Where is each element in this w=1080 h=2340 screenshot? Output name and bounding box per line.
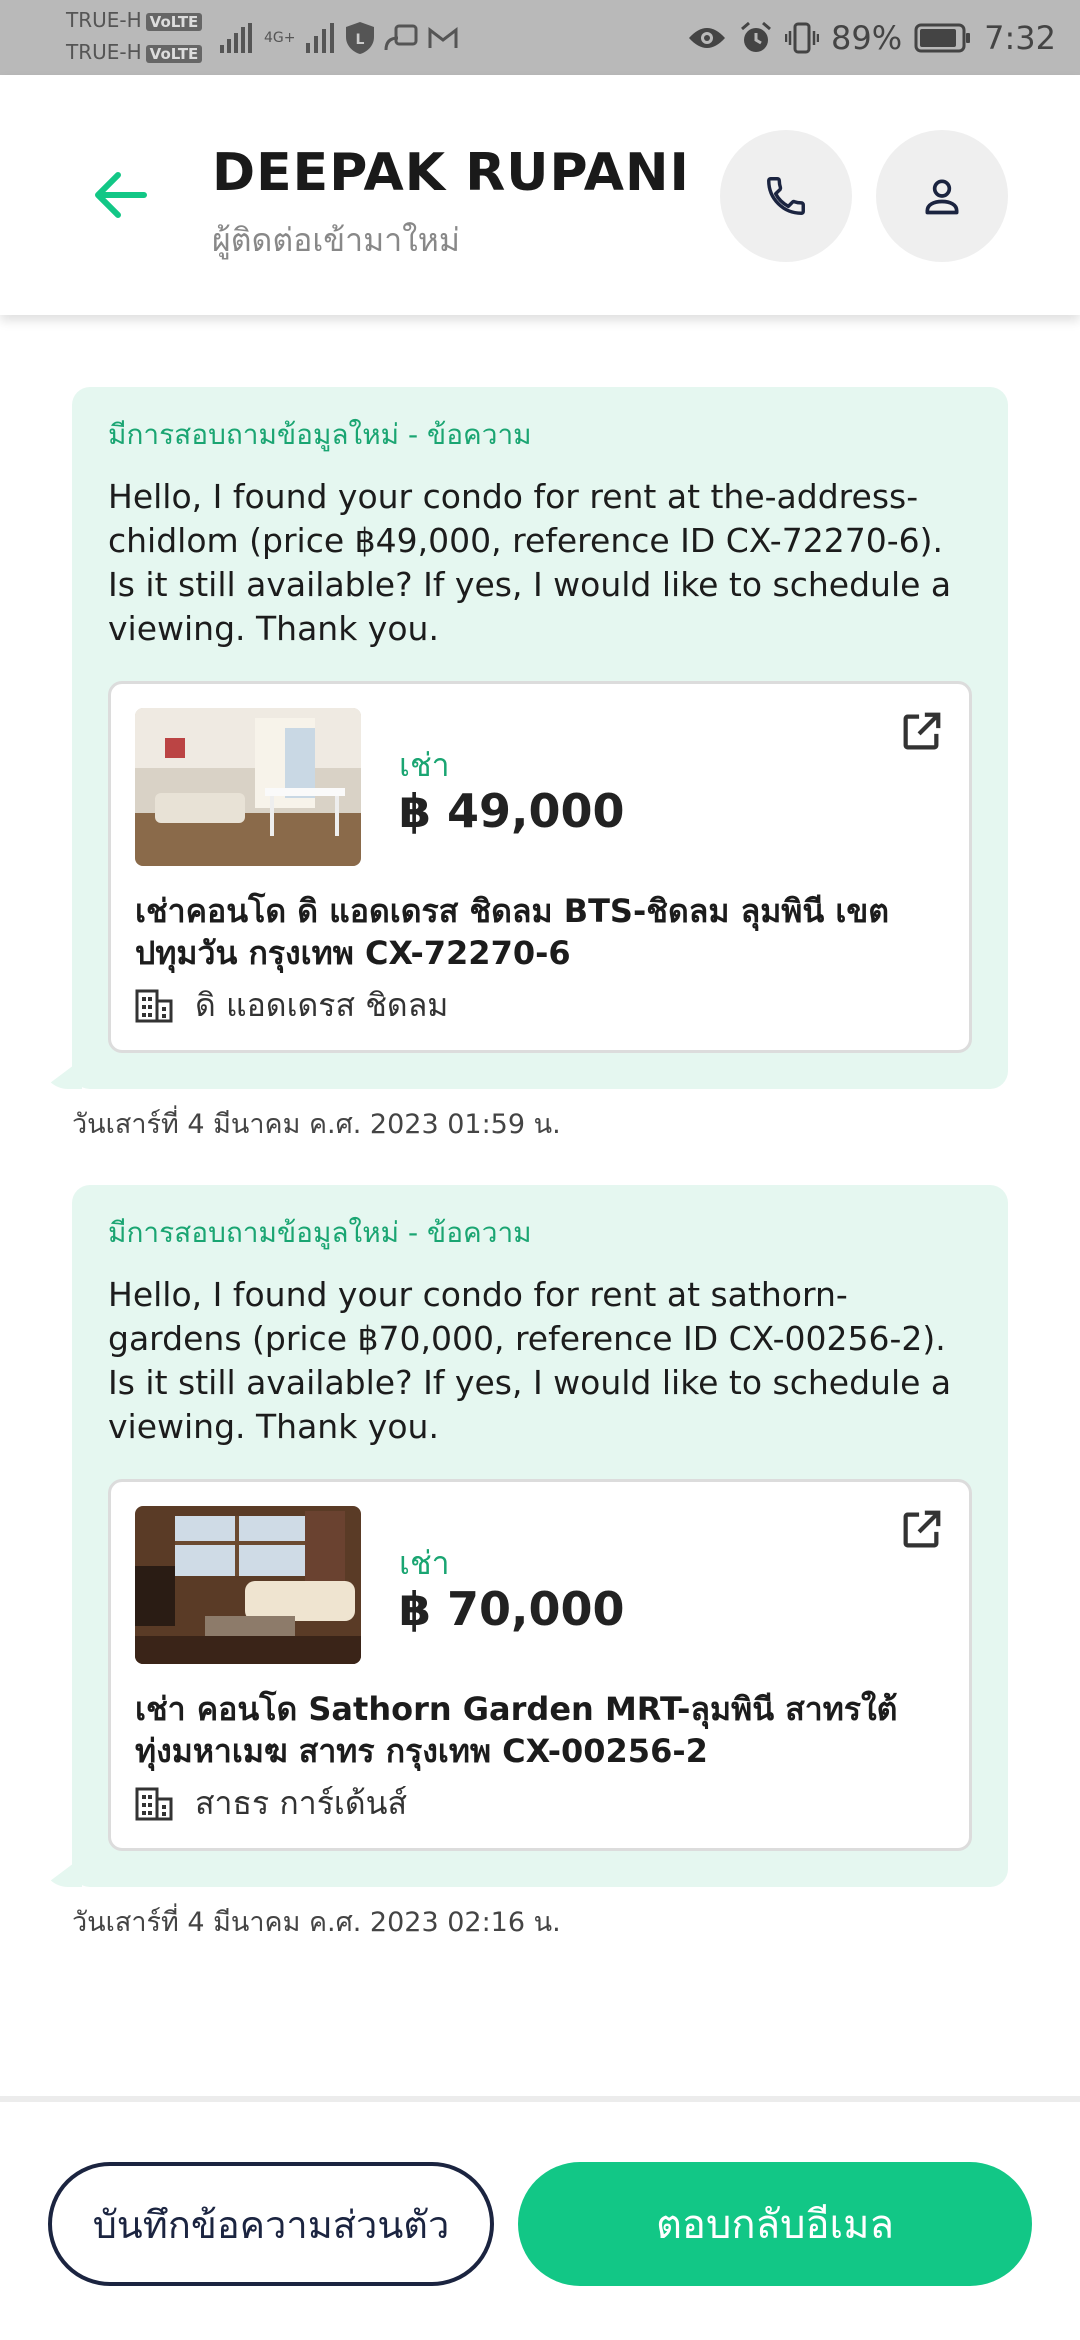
alarm-icon bbox=[739, 21, 773, 55]
private-note-button[interactable]: บันทึกข้อความส่วนตัว bbox=[48, 2162, 494, 2286]
status-icons-right: 89% 7:32 bbox=[687, 14, 1056, 62]
listing-price: ฿ 49,000 bbox=[399, 784, 625, 838]
signal-icon-2 bbox=[305, 23, 336, 53]
building-row: สาธร การ์เด้นส์ bbox=[135, 1778, 407, 1829]
vibrate-icon bbox=[785, 21, 820, 55]
listing-photo bbox=[135, 708, 361, 866]
building-name: ดิ แอดเดรส ชิดลม bbox=[195, 986, 449, 1024]
message-text: Hello, I found your condo for rent at sa… bbox=[108, 1275, 952, 1446]
message-bubble: มีการสอบถามข้อมูลใหม่ - ข้อความ Hello, I… bbox=[42, 1185, 1008, 1887]
phone-icon bbox=[763, 173, 809, 219]
bubble-tail bbox=[42, 1857, 82, 1887]
conversation-header: DEEPAK RUPANI ผู้ติดต่อเข้ามาใหม่ bbox=[0, 75, 1080, 315]
network-type-label: 4G+ bbox=[264, 30, 296, 46]
external-link-icon bbox=[898, 709, 944, 755]
gmail-icon bbox=[428, 26, 458, 50]
bottom-action-bar: บันทึกข้อความส่วนตัว ตอบกลับอีเมล bbox=[0, 2096, 1080, 2340]
building-icon bbox=[135, 989, 173, 1023]
volte-badge: VoLTE bbox=[145, 13, 203, 31]
shield-icon: L bbox=[345, 22, 374, 54]
person-icon bbox=[920, 174, 964, 218]
building-icon bbox=[135, 1787, 173, 1821]
contact-name: DEEPAK RUPANI bbox=[212, 143, 690, 203]
reply-email-button[interactable]: ตอบกลับอีเมล bbox=[518, 2162, 1032, 2286]
message-bubble: มีการสอบถามข้อมูลใหม่ - ข้อความ Hello, I… bbox=[42, 387, 1008, 1089]
eye-icon bbox=[687, 24, 727, 52]
call-button[interactable] bbox=[720, 130, 852, 262]
svg-text:L: L bbox=[355, 32, 364, 48]
status-icons-left: 4G+ L bbox=[220, 18, 458, 58]
bubble-tail bbox=[42, 1059, 82, 1089]
back-button[interactable] bbox=[90, 165, 150, 225]
signal-4g-icon: 4G+ bbox=[264, 31, 296, 45]
volte-badge: VoLTE bbox=[145, 45, 203, 63]
open-listing-button[interactable] bbox=[895, 706, 947, 758]
message-type-label: มีการสอบถามข้อมูลใหม่ - ข้อความ bbox=[108, 1216, 532, 1249]
building-row: ดิ แอดเดรส ชิดลม bbox=[135, 980, 448, 1031]
listing-price: ฿ 70,000 bbox=[399, 1582, 625, 1636]
cast-icon bbox=[384, 24, 418, 52]
signal-icon bbox=[220, 23, 254, 53]
contact-profile-button[interactable] bbox=[876, 130, 1008, 262]
battery-percentage: 89% bbox=[831, 19, 903, 57]
contact-status: ผู้ติดต่อเข้ามาใหม่ bbox=[212, 221, 460, 259]
listing-title: เช่าคอนโด ดิ แอดเดรส ชิดลม BTS-ชิดลม ลุม… bbox=[135, 892, 889, 972]
battery-icon bbox=[914, 23, 972, 53]
clock-time: 7:32 bbox=[984, 19, 1056, 57]
message-text: Hello, I found your condo for rent at th… bbox=[108, 477, 952, 648]
building-name: สาธร การ์เด้นส์ bbox=[195, 1784, 408, 1822]
status-bar: TRUE-H VoLTE TRUE-H VoLTE 4G+ L 89% 7:32 bbox=[0, 0, 1080, 75]
external-link-icon bbox=[898, 1507, 944, 1553]
arrow-left-icon bbox=[92, 171, 148, 219]
open-listing-button[interactable] bbox=[895, 1504, 947, 1556]
listing-title: เช่า คอนโด Sathorn Garden MRT-ลุมพินี สา… bbox=[135, 1690, 898, 1770]
listing-card[interactable]: เช่า ฿ 49,000 เช่าคอนโด ดิ แอดเดรส ชิดลม… bbox=[108, 681, 972, 1053]
page: TRUE-H VoLTE TRUE-H VoLTE 4G+ L 89% 7:32… bbox=[0, 0, 1080, 2340]
listing-card[interactable]: เช่า ฿ 70,000 เช่า คอนโด Sathorn Garden … bbox=[108, 1479, 972, 1851]
message-timestamp: วันเสาร์ที่ 4 มีนาคม ค.ศ. 2023 01:59 น. bbox=[72, 1109, 561, 1140]
message-timestamp: วันเสาร์ที่ 4 มีนาคม ค.ศ. 2023 02:16 น. bbox=[72, 1907, 561, 1938]
listing-photo bbox=[135, 1506, 361, 1664]
carrier-label-2: TRUE-H VoLTE bbox=[66, 40, 203, 64]
carrier-label-1: TRUE-H VoLTE bbox=[66, 8, 203, 32]
message-type-label: มีการสอบถามข้อมูลใหม่ - ข้อความ bbox=[108, 418, 532, 451]
